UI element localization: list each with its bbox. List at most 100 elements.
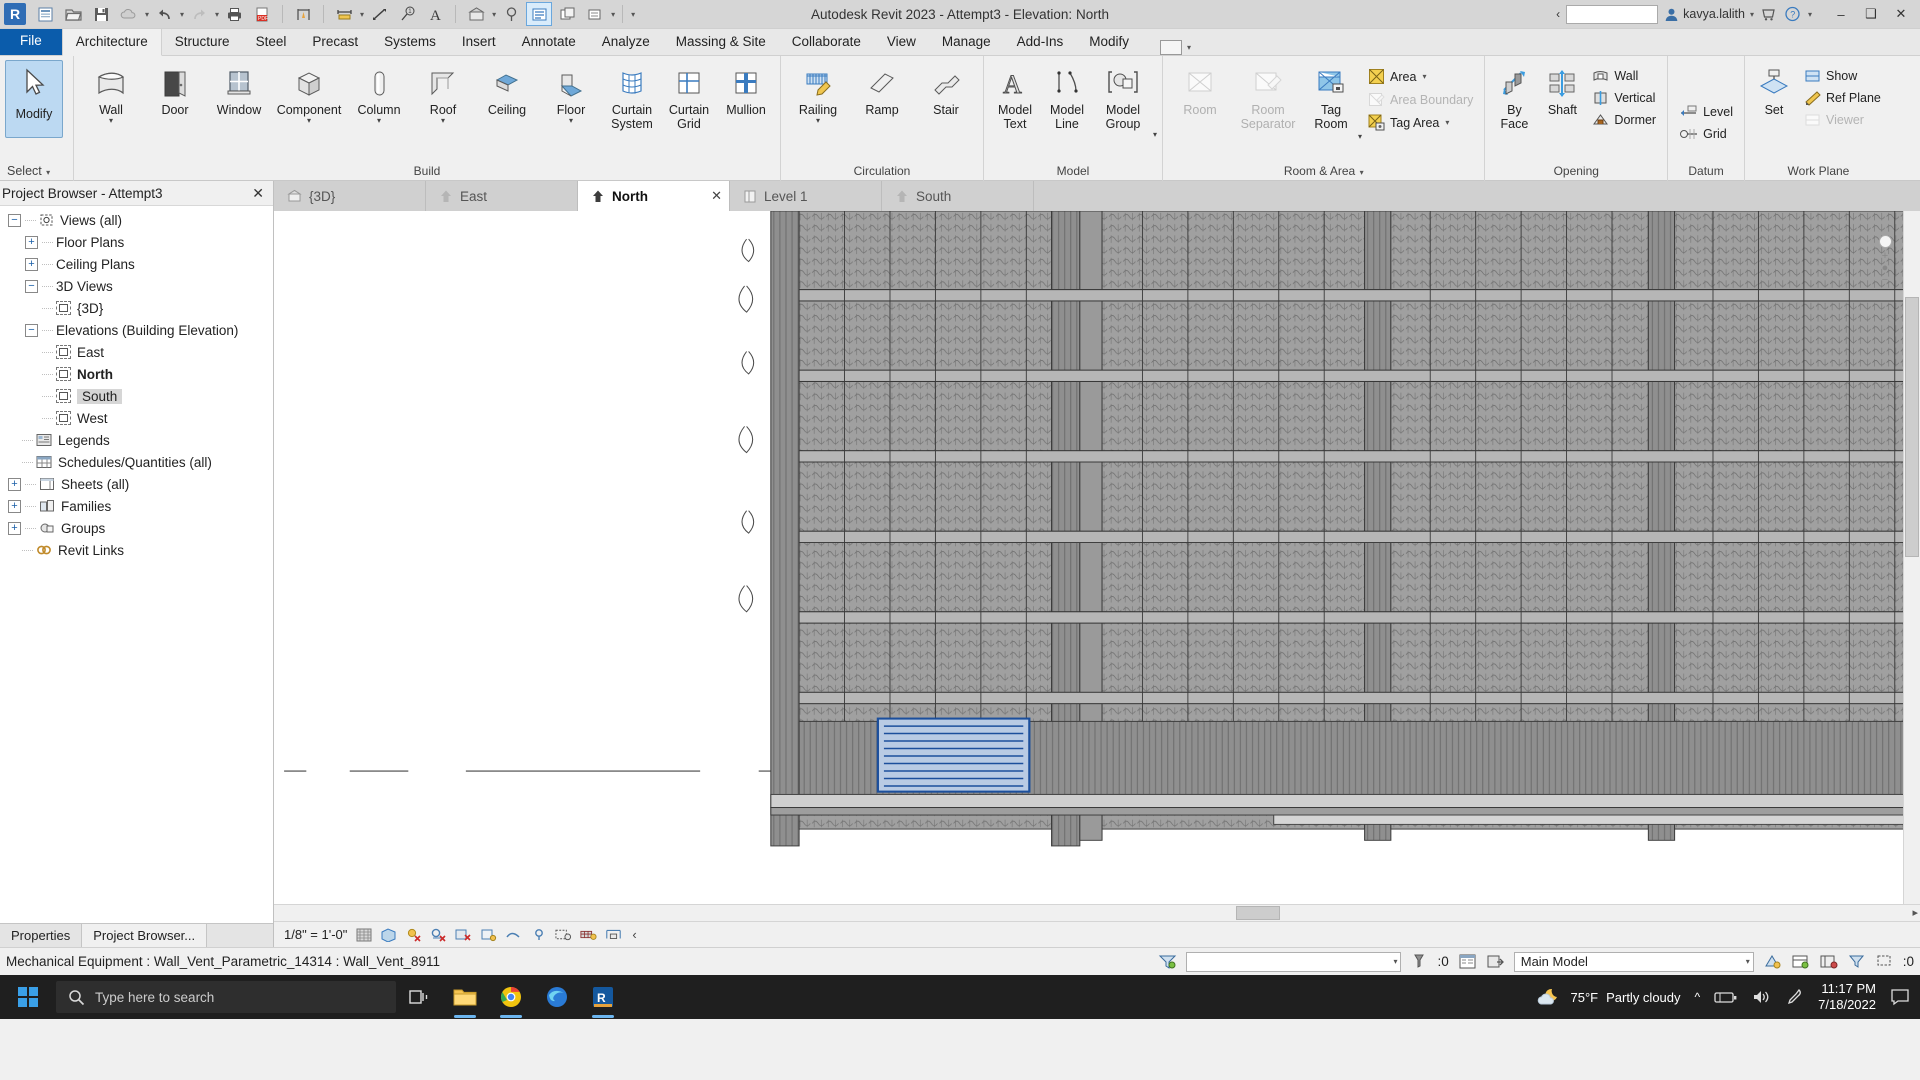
- toggle-icon[interactable]: −: [25, 324, 38, 337]
- tag-room-button[interactable]: Tag Room: [1304, 61, 1358, 131]
- redo-icon[interactable]: [186, 2, 212, 26]
- tree-item-3d-views[interactable]: − 3D Views: [0, 275, 273, 297]
- view-tab-level-1[interactable]: Level 1: [730, 181, 882, 211]
- expand-toolbar-icon[interactable]: ‹: [632, 927, 636, 942]
- tab-structure[interactable]: Structure: [162, 29, 243, 55]
- thin-lines-icon[interactable]: [526, 2, 552, 26]
- tag-area-dropdown-caret[interactable]: ▾: [1445, 118, 1449, 127]
- tree-item-groups[interactable]: + Groups: [0, 517, 273, 539]
- undo-icon[interactable]: [151, 2, 177, 26]
- autodesk-store-icon[interactable]: [1760, 6, 1778, 22]
- 3d-view-icon[interactable]: [463, 2, 489, 26]
- canvas-horizontal-scrollbar[interactable]: ▸: [274, 904, 1920, 921]
- toggle-icon[interactable]: +: [8, 478, 21, 491]
- volume-icon[interactable]: [1752, 989, 1772, 1005]
- tab-annotate[interactable]: Annotate: [509, 29, 589, 55]
- view-tab-east[interactable]: East: [426, 181, 578, 211]
- show-crop-region-icon[interactable]: [505, 927, 522, 943]
- reveal-hidden-icon[interactable]: [580, 927, 597, 943]
- model-group-button[interactable]: Model Group: [1093, 61, 1153, 131]
- show-workplane-button[interactable]: Show: [1798, 65, 1887, 87]
- filter-selection-icon[interactable]: [1847, 953, 1866, 970]
- drawing-canvas[interactable]: +●− Mechanical Equipment : Wall_Vent_Par…: [274, 211, 1920, 904]
- text-icon[interactable]: A: [422, 2, 448, 26]
- railing-dropdown-caret[interactable]: ▾: [816, 118, 820, 124]
- switch-windows-icon[interactable]: [582, 2, 608, 26]
- design-options-icon[interactable]: [1458, 953, 1477, 970]
- area-dropdown-caret[interactable]: ▾: [1422, 72, 1426, 81]
- pen-menu-icon[interactable]: [1786, 988, 1804, 1006]
- zoom-controls-icon[interactable]: +●−: [1874, 250, 1896, 286]
- battery-icon[interactable]: [1714, 990, 1738, 1005]
- aligned-dimension-icon[interactable]: [331, 2, 357, 26]
- 3d-dropdown-caret[interactable]: ▾: [492, 10, 496, 19]
- exclude-options-icon[interactable]: [1410, 953, 1428, 970]
- switch-windows-caret[interactable]: ▾: [611, 10, 615, 19]
- ramp-button[interactable]: Ramp: [850, 61, 914, 117]
- tree-item-schedules[interactable]: Schedules/Quantities (all): [0, 451, 273, 473]
- start-button[interactable]: [0, 975, 56, 1019]
- user-account[interactable]: kavya.lalith ▾: [1664, 7, 1754, 22]
- visual-style-icon[interactable]: [380, 927, 397, 943]
- revit-taskbar-icon[interactable]: R: [580, 975, 626, 1019]
- modify-button[interactable]: Modify: [5, 60, 63, 138]
- tree-item-floor-plans[interactable]: + Floor Plans: [0, 231, 273, 253]
- show-hidden-icons-icon[interactable]: ^: [1695, 990, 1701, 1004]
- tree-item-legends[interactable]: Legends: [0, 429, 273, 451]
- wall-button[interactable]: Wall ▾: [79, 61, 143, 124]
- model-text-button[interactable]: A Model Text: [989, 61, 1041, 131]
- tag-area-button[interactable]: Tag Area ▾: [1362, 111, 1479, 134]
- close-button[interactable]: ✕: [1886, 1, 1916, 27]
- level-button[interactable]: Level: [1673, 101, 1739, 123]
- save-as-dropdown-caret[interactable]: ▾: [145, 10, 149, 19]
- mullion-button[interactable]: Mullion: [717, 61, 775, 117]
- open-icon[interactable]: [60, 2, 86, 26]
- exclude-filter-icon[interactable]: [1791, 953, 1810, 970]
- tab-file[interactable]: File: [0, 27, 62, 55]
- column-dropdown-caret[interactable]: ▾: [377, 118, 381, 124]
- horizontal-scrollbar-thumb[interactable]: [1236, 906, 1280, 920]
- project-browser-close-icon[interactable]: ✕: [249, 185, 267, 202]
- ref-plane-button[interactable]: Ref Plane: [1798, 87, 1887, 109]
- model-group-dropdown-caret[interactable]: ▾: [1153, 132, 1157, 164]
- tab-architecture[interactable]: Architecture: [62, 28, 162, 56]
- model-line-button[interactable]: Model Line: [1041, 61, 1093, 131]
- tab-analyze[interactable]: Analyze: [589, 29, 663, 55]
- roof-button[interactable]: Roof ▾: [411, 61, 475, 124]
- clock[interactable]: 11:17 PM 7/18/2022: [1818, 981, 1876, 1013]
- tree-item-elevation-east[interactable]: East: [0, 341, 273, 363]
- view-tab-close-icon[interactable]: ✕: [711, 188, 722, 204]
- analytical-model-icon[interactable]: [605, 927, 622, 943]
- vertical-scrollbar-thumb[interactable]: [1905, 297, 1919, 557]
- design-options-selector-icon[interactable]: [1763, 953, 1782, 970]
- by-face-button[interactable]: By Face: [1490, 61, 1538, 131]
- column-button[interactable]: Column ▾: [347, 61, 411, 124]
- edge-icon[interactable]: [534, 975, 580, 1019]
- editable-only-icon[interactable]: [1486, 953, 1505, 970]
- toggle-icon[interactable]: −: [8, 214, 21, 227]
- tree-item-views-all[interactable]: − Views (all): [0, 209, 273, 231]
- railing-button[interactable]: Railing ▾: [786, 61, 850, 124]
- new-project-icon[interactable]: [32, 2, 58, 26]
- vertical-opening-button[interactable]: Vertical: [1586, 87, 1662, 109]
- export-pdf-icon[interactable]: PDF: [249, 2, 275, 26]
- tab-project-browser[interactable]: Project Browser...: [82, 924, 207, 947]
- press-select-caret[interactable]: ▾: [1393, 957, 1397, 966]
- save-icon[interactable]: [88, 2, 114, 26]
- crop-view-icon[interactable]: [480, 927, 497, 943]
- select-dropdown-caret[interactable]: ▾: [46, 168, 50, 177]
- workset-caret[interactable]: ▾: [1746, 957, 1750, 966]
- tab-massing-site[interactable]: Massing & Site: [663, 29, 779, 55]
- user-dropdown-caret[interactable]: ▾: [1750, 10, 1754, 19]
- task-view-icon[interactable]: [396, 975, 442, 1019]
- print-icon[interactable]: [221, 2, 247, 26]
- toggle-icon[interactable]: −: [25, 280, 38, 293]
- tree-item-elevation-north[interactable]: North: [0, 363, 273, 385]
- tab-insert[interactable]: Insert: [449, 29, 509, 55]
- tab-add-ins[interactable]: Add-Ins: [1004, 29, 1077, 55]
- shadows-off-icon[interactable]: [430, 927, 447, 943]
- filter-icon[interactable]: [1158, 953, 1177, 970]
- tree-item-families[interactable]: + Families: [0, 495, 273, 517]
- help-dropdown-caret[interactable]: ▾: [1808, 10, 1812, 19]
- floor-dropdown-caret[interactable]: ▾: [569, 118, 573, 124]
